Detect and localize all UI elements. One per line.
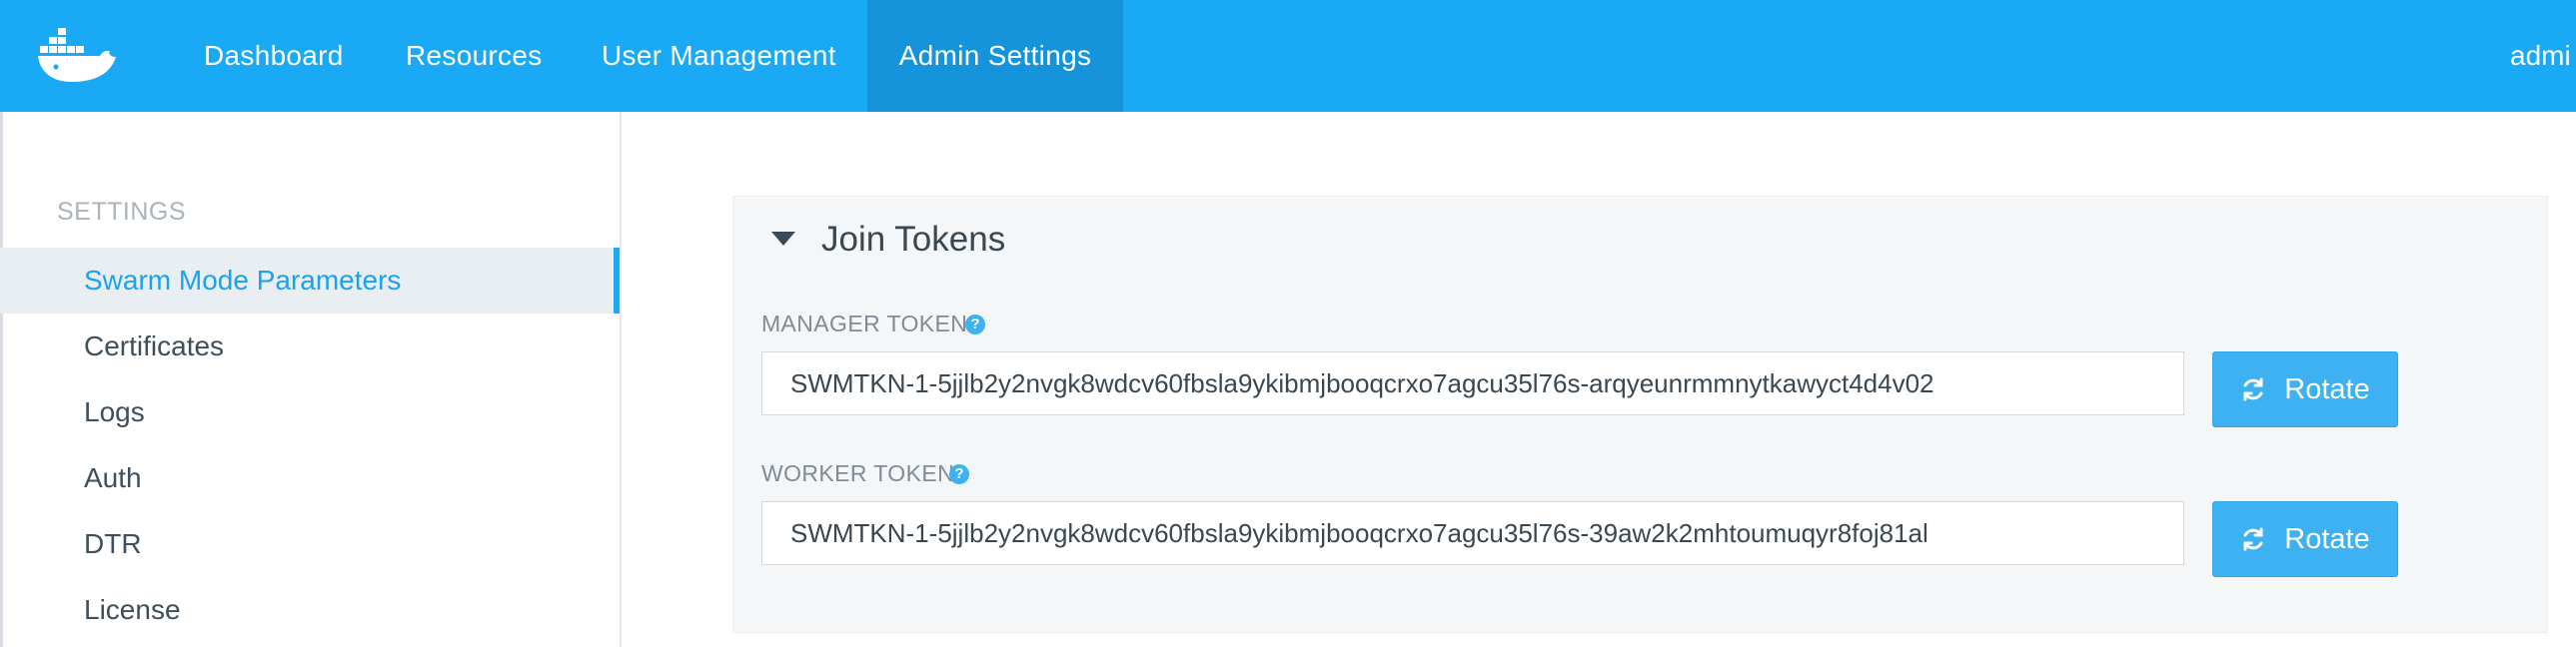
manager-token-label: MANAGER TOKEN	[761, 311, 968, 336]
sidebar-item-swarm-mode-parameters[interactable]: Swarm Mode Parameters	[0, 248, 620, 314]
rotate-worker-token-button[interactable]: Rotate	[2212, 501, 2398, 577]
sidebar-item-license[interactable]: License	[0, 577, 620, 643]
sidebar-item-dtr[interactable]: DTR	[0, 511, 620, 577]
caret-down-icon[interactable]	[771, 232, 795, 246]
question-circle-icon[interactable]: ?	[965, 315, 985, 334]
nav-admin-settings[interactable]: Admin Settings	[867, 0, 1123, 112]
nav-dashboard[interactable]: Dashboard	[176, 0, 372, 112]
sidebar-heading: SETTINGS	[57, 198, 187, 226]
worker-token-field[interactable]	[761, 501, 2184, 565]
manager-token-field[interactable]	[761, 351, 2184, 415]
rotate-label: Rotate	[2284, 372, 2370, 405]
rotate-label: Rotate	[2284, 522, 2370, 555]
panel-title[interactable]: Join Tokens	[821, 220, 1005, 260]
sidebar-item-auth[interactable]: Auth	[0, 445, 620, 511]
rotate-manager-token-button[interactable]: Rotate	[2212, 351, 2398, 427]
docker-whale-icon[interactable]	[38, 26, 118, 86]
sidebar-item-logs[interactable]: Logs	[0, 379, 620, 445]
worker-token-label: WORKER TOKEN	[761, 460, 955, 486]
refresh-icon	[2240, 526, 2266, 552]
nav-resources[interactable]: Resources	[378, 0, 571, 112]
user-menu[interactable]: admi	[2510, 0, 2571, 112]
question-circle-icon[interactable]: ?	[949, 464, 969, 484]
refresh-icon	[2240, 376, 2266, 402]
nav-user-management[interactable]: User Management	[572, 0, 866, 112]
sidebar-item-certificates[interactable]: Certificates	[0, 314, 620, 379]
